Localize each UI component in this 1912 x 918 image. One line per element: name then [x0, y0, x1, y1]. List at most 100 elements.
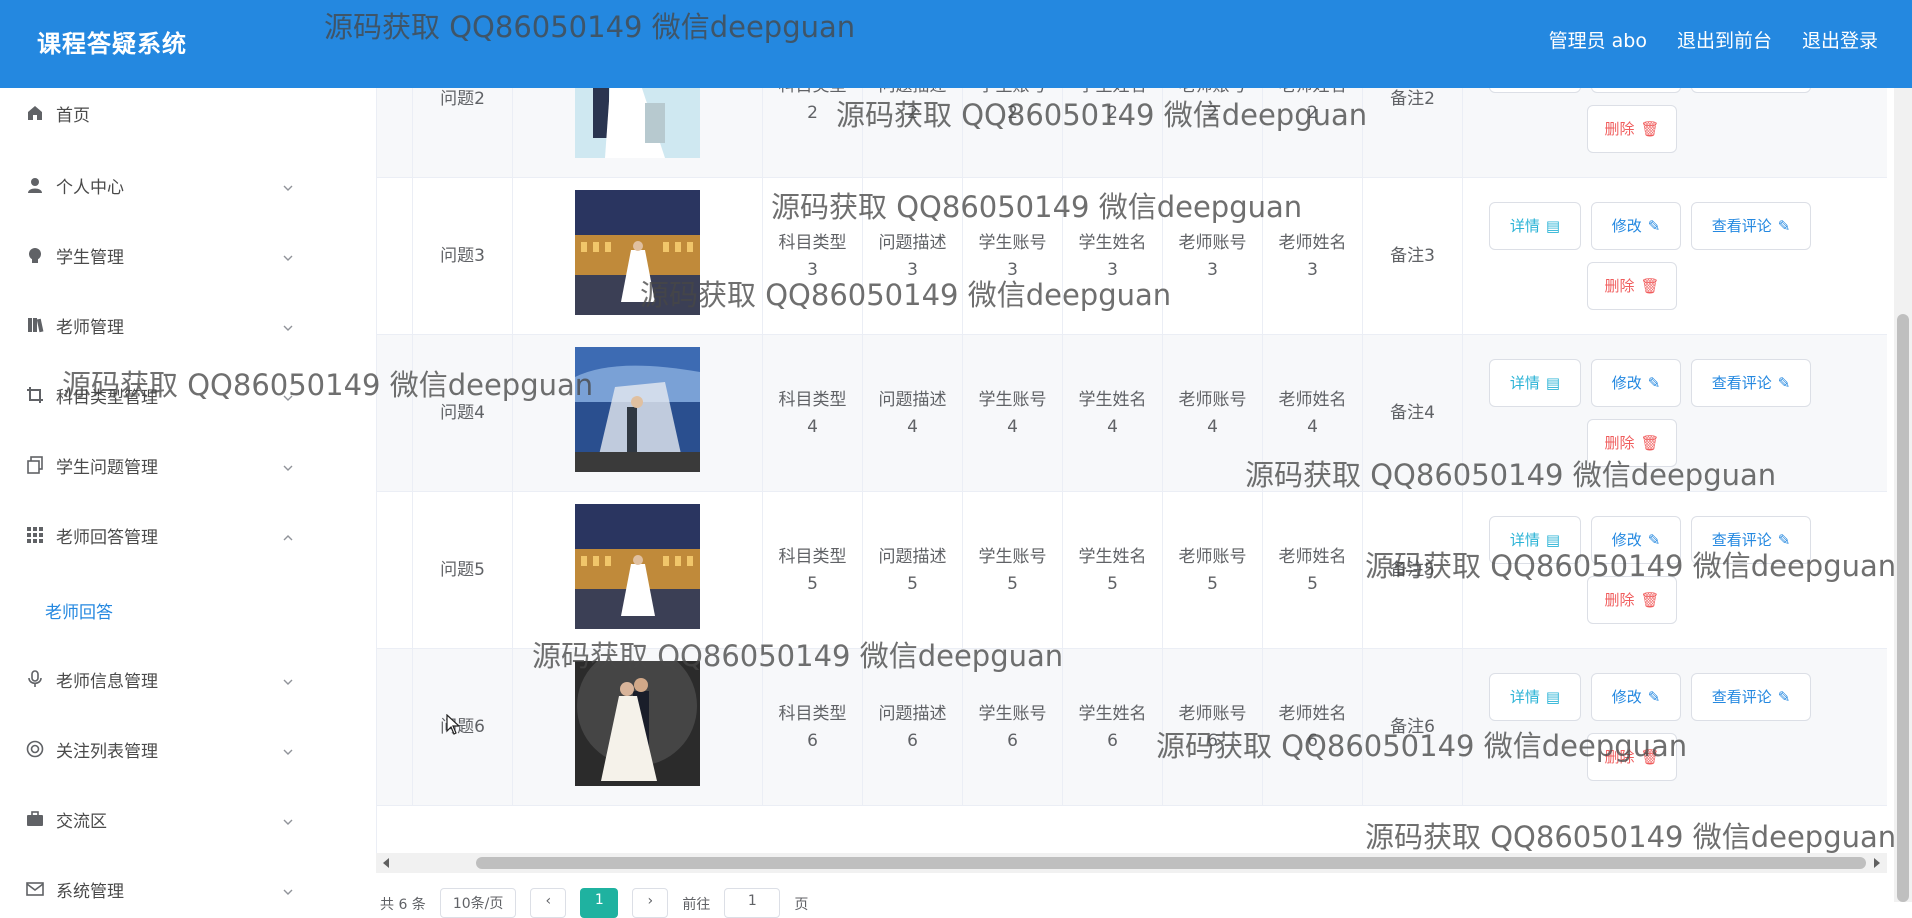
trash-icon: 🗑: [1640, 433, 1660, 452]
sidebar-item-0[interactable]: 首页: [0, 88, 350, 138]
user-icon: [25, 175, 45, 195]
view-comments-button[interactable]: 查看评论✎: [1691, 202, 1811, 250]
detail-button[interactable]: 详情▤: [1489, 359, 1581, 407]
sidebar-item-1[interactable]: 个人中心: [0, 160, 350, 210]
chevron-down-icon: [282, 249, 294, 261]
chevron-down-icon: [282, 813, 294, 825]
image-cell: [513, 178, 763, 335]
sidebar-item-label: 学生管理: [56, 247, 124, 268]
chevron-down-icon: [282, 883, 294, 895]
palace-night-photo[interactable]: [575, 503, 700, 638]
detail-button[interactable]: 详情▤: [1489, 88, 1581, 93]
vertical-scroll-thumb[interactable]: [1897, 314, 1909, 902]
pencil-icon: ✎: [1647, 373, 1661, 392]
delete-button[interactable]: 删除 🗑: [1587, 419, 1677, 467]
exit-to-frontend-link[interactable]: 退出到前台: [1677, 26, 1772, 53]
image-cell: [513, 88, 763, 178]
cell-note: 备注2: [1363, 88, 1463, 178]
detail-button[interactable]: 详情▤: [1489, 516, 1581, 564]
grid-icon: [25, 525, 45, 545]
prev-page-button[interactable]: ‹: [530, 888, 567, 918]
edit-button[interactable]: 修改✎: [1591, 359, 1681, 407]
logout-link[interactable]: 退出登录: [1802, 26, 1878, 53]
sidebar-item-7[interactable]: 老师信息管理: [0, 654, 350, 704]
cell-type: 科目类型 4: [763, 335, 863, 492]
actions-cell: 详情▤修改✎查看评论✎ 删除🗑: [1463, 649, 1887, 806]
admin-user-link[interactable]: 管理员 abo: [1549, 26, 1647, 53]
trash-icon: 🗑: [1640, 276, 1660, 295]
next-page-button[interactable]: ›: [632, 888, 669, 918]
view-comments-button[interactable]: 查看评论✎: [1691, 359, 1811, 407]
sidebar-item-label: 首页: [56, 105, 90, 126]
cell-desc: 问题描述 5: [863, 492, 963, 649]
edit-button[interactable]: 修改✎: [1591, 88, 1681, 93]
sidebar-item-3[interactable]: 老师管理: [0, 300, 350, 350]
chevron-down-icon: [282, 459, 294, 471]
sidebar-item-label: 关注列表管理: [56, 741, 158, 762]
chevron-down-icon: [282, 319, 294, 331]
goto-page-input[interactable]: 1: [724, 888, 781, 918]
sidebar-item-9[interactable]: 交流区: [0, 794, 350, 844]
scroll-left-icon[interactable]: [382, 858, 390, 868]
cell-tAcc: 老师账号 3: [1163, 178, 1263, 335]
cell-stuName: 学生姓名 5: [1063, 492, 1163, 649]
image-cell: [513, 335, 763, 492]
cell-title: 问题3: [413, 178, 513, 335]
cell-stuName: 学生姓名 4: [1063, 335, 1163, 492]
cell-tAcc: 老师账号 5: [1163, 492, 1263, 649]
view-comments-button[interactable]: 查看评论✎: [1691, 673, 1811, 721]
delete-button[interactable]: 删除 🗑: [1587, 262, 1677, 310]
edit-button[interactable]: 修改✎: [1591, 673, 1681, 721]
sidebar-item-label: 个人中心: [56, 177, 124, 198]
view-comments-button[interactable]: 查看评论✎: [1691, 88, 1811, 93]
sidebar-item-5[interactable]: 学生问题管理: [0, 440, 350, 490]
cell-type: 科目类型2: [763, 88, 863, 178]
top-nav: 管理员 abo 退出到前台 退出登录: [1549, 26, 1878, 53]
studio-couple-photo[interactable]: [575, 645, 700, 795]
edit-button[interactable]: 修改✎: [1591, 202, 1681, 250]
cell-stuAcc: 学生账号 4: [963, 335, 1063, 492]
page-size-select[interactable]: 10条/页: [439, 888, 517, 918]
detail-button[interactable]: 详情▤: [1489, 202, 1581, 250]
view-comments-button[interactable]: 查看评论✎: [1691, 516, 1811, 564]
chevron-down-icon: [282, 673, 294, 685]
app-title: 课程答疑系统: [37, 30, 187, 58]
sidebar-subitem-teacher-answer[interactable]: 老师回答: [45, 598, 113, 623]
actions-cell: 详情▤修改✎查看评论✎ 删除🗑: [1463, 335, 1887, 492]
trash-icon: 🗑: [1640, 119, 1660, 138]
sky-veil-photo[interactable]: [575, 346, 700, 481]
horizontal-scroll-thumb[interactable]: [476, 857, 1866, 869]
checkbox-cell: [377, 335, 413, 492]
sidebar-item-10[interactable]: 系统管理: [0, 864, 350, 914]
cell-stuName: 学生姓名 6: [1063, 649, 1163, 806]
trash-icon: 🗑: [1640, 747, 1660, 766]
scroll-right-icon[interactable]: [1873, 858, 1881, 868]
table-row: 问题4 科目类型 4 问题描述 4 学生账号 4 学生姓名 4 老师账号 4 老师姓名 4 备注4 详情 ▤ 修…: [377, 335, 1887, 492]
delete-button[interactable]: 删除 🗑: [1587, 105, 1677, 153]
sidebar-item-6[interactable]: 老师回答管理: [0, 510, 350, 560]
document-icon: ▤: [1545, 687, 1561, 706]
table-row: 问题2 科目类型2问题描述2学生账号2学生姓名2老师账号2老师姓名2备注2 详情▤ 修…: [377, 88, 1887, 178]
sidebar-item-8[interactable]: 关注列表管理: [0, 724, 350, 774]
horizontal-scrollbar[interactable]: [376, 853, 1887, 873]
edit-button[interactable]: 修改✎: [1591, 516, 1681, 564]
checkbox-cell: [377, 492, 413, 649]
home-icon: [25, 103, 45, 123]
delete-button[interactable]: 删除 🗑: [1587, 733, 1677, 781]
cell-type: 科目类型 6: [763, 649, 863, 806]
pencil-icon: ✎: [1647, 216, 1661, 235]
crop-icon: [25, 385, 45, 405]
detail-button[interactable]: 详情▤: [1489, 673, 1581, 721]
vertical-scrollbar[interactable]: [1894, 88, 1912, 902]
cell-desc: 问题描述 6: [863, 649, 963, 806]
cell-tAcc: 老师账号2: [1163, 88, 1263, 178]
cell-tAcc: 老师账号 4: [1163, 335, 1263, 492]
page-number-active[interactable]: 1: [580, 888, 619, 918]
answers-table: 问题2科目类型2问题描述2学生账号2学生姓名2老师账号2老师姓名2备注2详情▤修…: [376, 88, 1887, 858]
cell-tName: 老师姓名2: [1263, 88, 1363, 178]
delete-button[interactable]: 删除 🗑: [1587, 576, 1677, 624]
sidebar-item-4[interactable]: 科目类型管理: [0, 370, 350, 420]
wedding-photo-light[interactable]: [575, 88, 700, 167]
palace-night-photo[interactable]: [575, 189, 700, 324]
sidebar-item-2[interactable]: 学生管理: [0, 230, 350, 280]
